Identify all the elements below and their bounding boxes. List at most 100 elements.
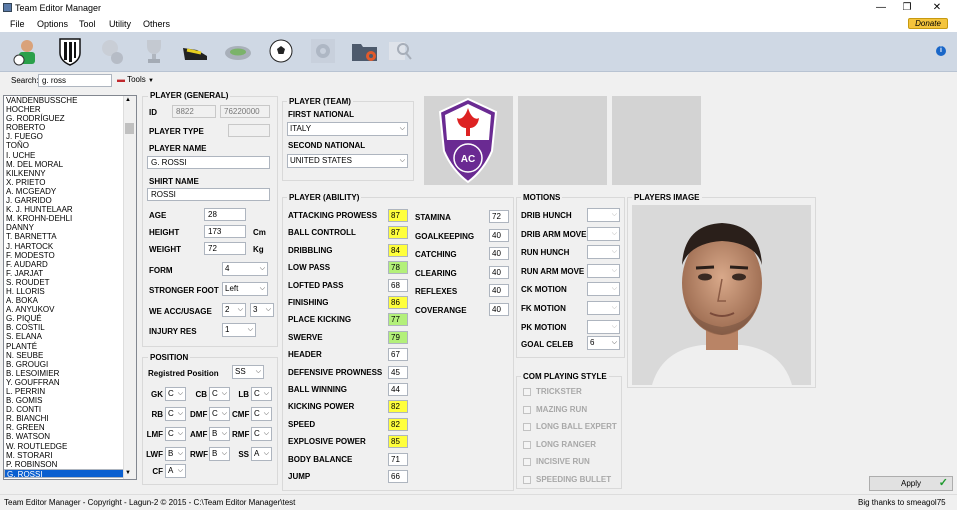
position-rating-select[interactable]: C ⌵ xyxy=(165,407,186,421)
player-list-item[interactable]: S. ELANA xyxy=(4,332,136,341)
registered-position-select[interactable]: SS ⌵ xyxy=(232,365,264,379)
player-list-item[interactable]: I. UCHE xyxy=(4,151,136,160)
style-checkbox[interactable] xyxy=(523,388,531,396)
player-list-item[interactable]: M. STORARI xyxy=(4,451,136,460)
style-checkbox[interactable] xyxy=(523,458,531,466)
style-checkbox[interactable] xyxy=(523,475,531,484)
player-list-item[interactable]: L. PERRIN xyxy=(4,387,136,396)
position-rating-select[interactable]: C ⌵ xyxy=(251,387,272,401)
player-list-item[interactable]: F. JARJAT xyxy=(4,269,136,278)
shirt-name-input[interactable]: ROSSI xyxy=(147,188,270,201)
player-list-item[interactable]: S. ROUDET xyxy=(4,278,136,287)
scroll-down-icon[interactable]: ▼ xyxy=(125,470,131,476)
player-list-item[interactable]: PLANTÉ xyxy=(4,342,136,351)
ability-value-input[interactable]: 45 xyxy=(388,365,408,379)
player-list-item[interactable]: G. RODRÍGUEZ xyxy=(4,114,136,123)
player-list-item[interactable]: X. PRIETO xyxy=(4,178,136,187)
position-rating-select[interactable]: B ⌵ xyxy=(209,447,230,461)
menu-utility[interactable]: Utility xyxy=(109,19,131,29)
ability-value-input[interactable]: 82 xyxy=(388,400,408,414)
menu-tool[interactable]: Tool xyxy=(79,19,96,29)
donate-button[interactable]: Donate xyxy=(908,18,948,29)
weight-input[interactable]: 72 xyxy=(204,242,246,255)
ability-value-input[interactable]: 40 xyxy=(489,302,509,316)
ability-value-input[interactable]: 72 xyxy=(489,210,509,223)
first-national-select[interactable]: ITALY ⌵ xyxy=(287,122,408,136)
player-list-item[interactable]: M. KROHN-DEHLI xyxy=(4,214,136,223)
ability-value-input[interactable]: 44 xyxy=(388,383,408,396)
players-tool-icon[interactable] xyxy=(12,36,42,66)
player-list-item[interactable]: M. DEL MORAL xyxy=(4,160,136,169)
ability-value-input[interactable]: 82 xyxy=(388,417,408,431)
player-list-item[interactable]: A. ANYUKOV xyxy=(4,305,136,314)
position-rating-select[interactable]: A ⌵ xyxy=(165,464,186,478)
menu-others[interactable]: Others xyxy=(143,19,170,29)
player-list-item[interactable]: G. ROSSI xyxy=(4,468,136,479)
player-list-item[interactable]: G. PIQUÉ xyxy=(4,314,136,323)
coach-tool-icon[interactable] xyxy=(97,36,127,66)
position-rating-select[interactable]: C ⌵ xyxy=(251,407,272,421)
player-list-item[interactable]: W. ROUTLEDGE xyxy=(4,442,136,451)
info-icon[interactable]: i xyxy=(936,46,946,56)
teams-tool-icon[interactable] xyxy=(55,36,85,66)
player-list-item[interactable]: A. BOKA xyxy=(4,296,136,305)
player-list-item[interactable]: R. BIANCHI xyxy=(4,414,136,423)
player-list-item[interactable]: VANDENBUSSCHE xyxy=(4,96,136,105)
ability-value-input[interactable]: 40 xyxy=(489,265,509,279)
tools-dropdown[interactable]: ▬ Tools ▼ xyxy=(117,75,154,84)
ability-value-input[interactable]: 77 xyxy=(388,313,408,327)
player-list-item[interactable]: B. GROUGI xyxy=(4,360,136,369)
we-acc-select[interactable]: 2 ⌵ xyxy=(222,303,246,317)
menu-options[interactable]: Options xyxy=(37,19,68,29)
player-list-item[interactable]: R. GREEN xyxy=(4,423,136,432)
ability-value-input[interactable]: 40 xyxy=(489,228,509,242)
ability-value-input[interactable]: 78 xyxy=(388,261,408,275)
player-list-item[interactable]: D. CONTI xyxy=(4,405,136,414)
player-list-item[interactable]: ROBERTO xyxy=(4,123,136,132)
settings-tool-icon[interactable] xyxy=(308,36,338,66)
ability-value-input[interactable]: 86 xyxy=(388,296,408,309)
player-list-item[interactable]: HOCHER xyxy=(4,105,136,114)
age-input[interactable]: 28 xyxy=(204,208,246,221)
ability-value-input[interactable]: 87 xyxy=(388,209,408,222)
player-list-item[interactable]: Y. GOUFFRAN xyxy=(4,378,136,387)
ability-value-input[interactable]: 40 xyxy=(489,284,509,297)
search-tool-icon[interactable] xyxy=(385,36,415,66)
player-list-item[interactable]: B. GOMIS xyxy=(4,396,136,405)
injury-res-select[interactable]: 1 ⌵ xyxy=(222,323,256,337)
position-rating-select[interactable]: C ⌵ xyxy=(165,427,186,441)
player-list-item[interactable]: TOÑO xyxy=(4,141,136,150)
position-rating-select[interactable]: C ⌵ xyxy=(251,427,272,441)
player-list-item[interactable]: B. LESOIMIER xyxy=(4,369,136,378)
position-rating-select[interactable]: C ⌵ xyxy=(209,407,230,421)
ball-tool-icon[interactable] xyxy=(266,36,296,66)
menu-file[interactable]: File xyxy=(10,19,25,29)
close-button[interactable]: ✕ xyxy=(927,1,947,14)
player-list-item[interactable]: DANNY xyxy=(4,223,136,232)
ability-value-input[interactable]: 84 xyxy=(388,243,408,257)
we-usage-select[interactable]: 3 ⌵ xyxy=(250,303,274,317)
stadium-tool-icon[interactable] xyxy=(223,36,253,66)
player-list-item[interactable]: J. FUEGO xyxy=(4,132,136,141)
ability-value-input[interactable]: 40 xyxy=(489,247,509,260)
ability-value-input[interactable]: 71 xyxy=(388,452,408,466)
second-national-select[interactable]: UNITED STATES ⌵ xyxy=(287,154,408,168)
player-list-item[interactable]: B. COSTIL xyxy=(4,323,136,332)
ability-value-input[interactable]: 85 xyxy=(388,435,408,449)
scroll-up-icon[interactable]: ▲ xyxy=(125,97,131,103)
goal-celeb-select[interactable]: 6 ⌵ xyxy=(587,336,620,350)
trophy-tool-icon[interactable] xyxy=(139,36,169,66)
height-input[interactable]: 173 xyxy=(204,225,246,238)
player-name-input[interactable]: G. ROSSI xyxy=(147,156,270,169)
form-select[interactable]: 4 ⌵ xyxy=(222,262,268,276)
player-list-item[interactable]: P. ROBINSON xyxy=(4,460,136,469)
player-list-item[interactable]: J. GARRIDO xyxy=(4,196,136,205)
player-list-item[interactable]: H. LLORIS xyxy=(4,287,136,296)
list-scrollbar[interactable] xyxy=(123,96,136,479)
position-rating-select[interactable]: B ⌵ xyxy=(165,447,186,461)
restore-button[interactable]: ❐ xyxy=(897,1,917,14)
position-rating-select[interactable]: C ⌵ xyxy=(165,387,186,401)
position-rating-select[interactable]: C ⌵ xyxy=(209,387,230,401)
style-checkbox[interactable] xyxy=(523,405,531,414)
folder-settings-icon[interactable] xyxy=(350,36,380,66)
